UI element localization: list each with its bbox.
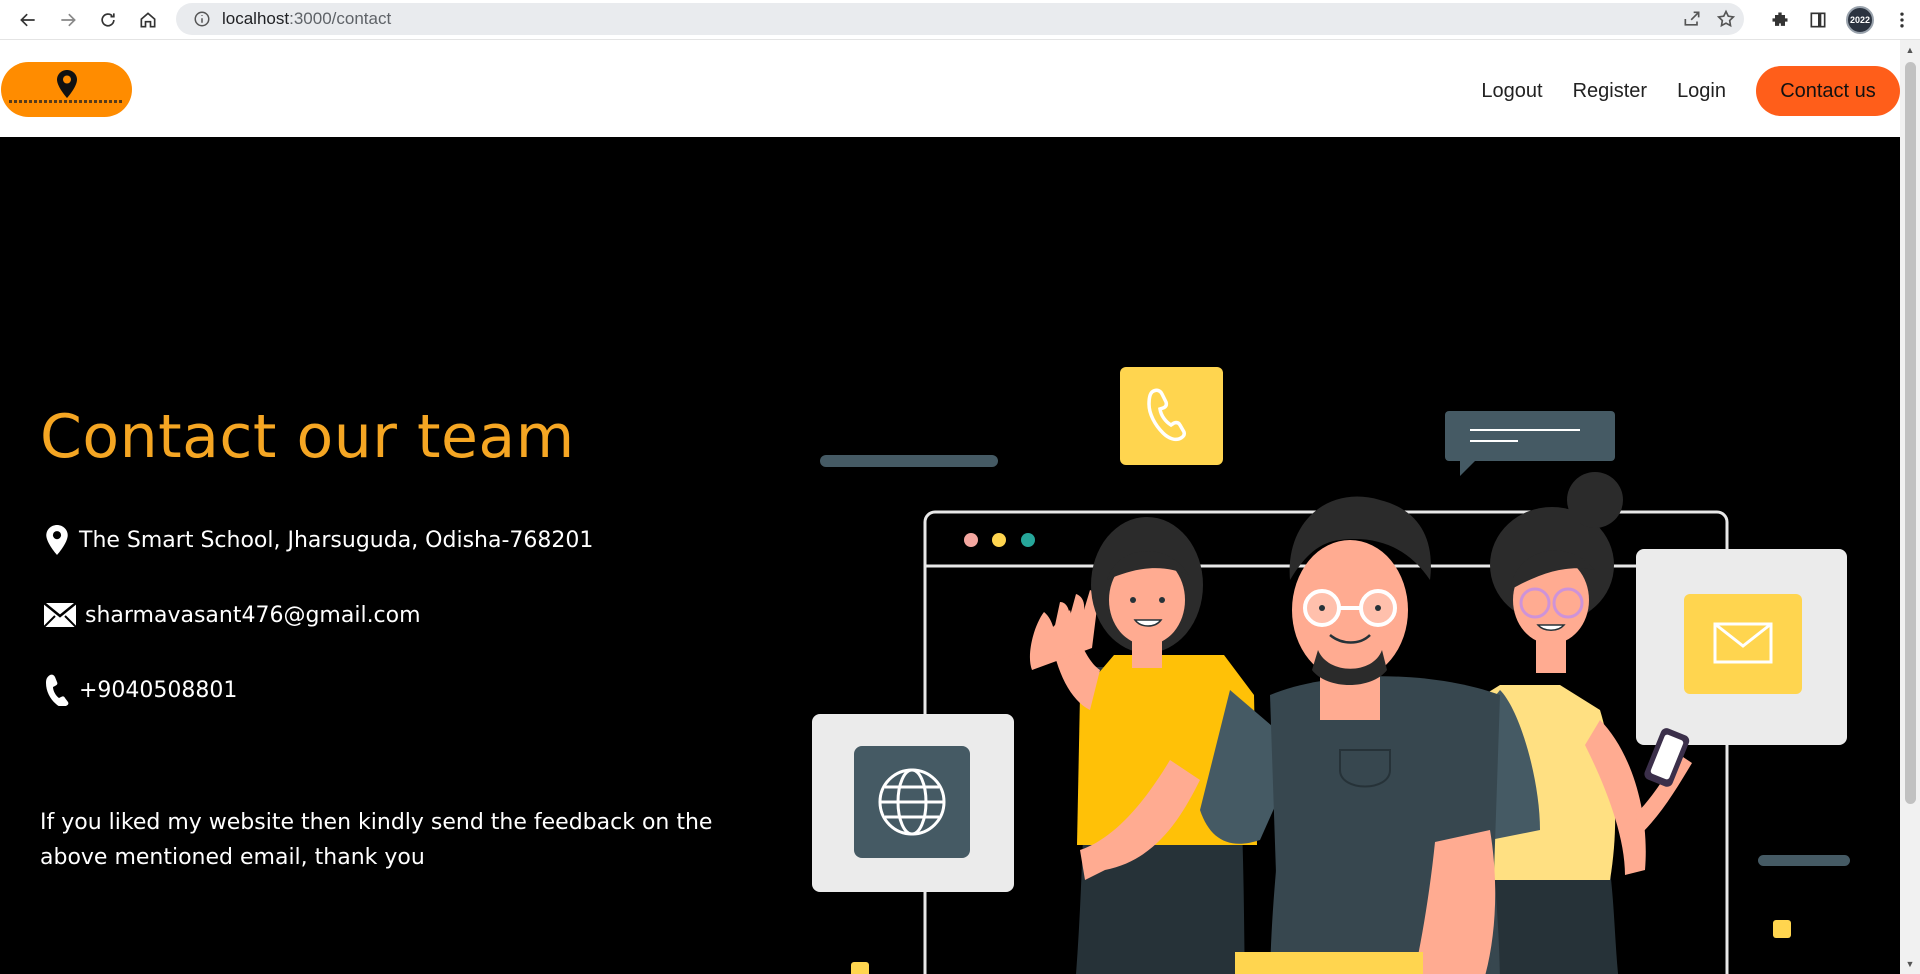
scroll-down-arrow-icon[interactable]: ▼ — [1900, 956, 1920, 972]
logo-tagline — [9, 100, 124, 103]
extensions-icon[interactable] — [1770, 10, 1790, 30]
nav-link-register[interactable]: Register — [1573, 80, 1647, 103]
arrow-right-icon — [61, 13, 76, 26]
scroll-thumb[interactable] — [1905, 62, 1916, 804]
page-title: Contact our team — [40, 402, 575, 472]
site-info-icon[interactable] — [188, 10, 216, 28]
contact-us-button[interactable]: Contact us — [1756, 66, 1900, 116]
share-icon[interactable] — [1682, 9, 1702, 29]
reload-button[interactable] — [88, 0, 128, 40]
page-content: Logout Register Login Contact us Contact… — [0, 40, 1900, 974]
url-host: localhost — [222, 9, 290, 28]
url-text[interactable]: localhost:3000/contact — [222, 9, 391, 29]
kebab-menu-icon[interactable] — [1892, 10, 1912, 30]
page-scrollbar[interactable]: ▲ ▼ — [1900, 40, 1920, 974]
side-panel-icon[interactable] — [1808, 10, 1828, 30]
site-logo[interactable] — [1, 62, 132, 117]
address-text: The Smart School, Jharsuguda, Odisha-768… — [79, 527, 594, 553]
feedback-text: If you liked my website then kindly send… — [40, 810, 713, 870]
home-button[interactable] — [128, 0, 168, 40]
address-row: The Smart School, Jharsuguda, Odisha-768… — [40, 523, 593, 557]
decor-bar-right — [1758, 855, 1850, 866]
envelope-icon — [40, 598, 80, 632]
reload-icon — [101, 12, 115, 27]
decor-square-1 — [851, 962, 869, 974]
nav-link-login[interactable]: Login — [1677, 80, 1726, 103]
address-bar[interactable]: localhost:3000/contact — [176, 3, 1744, 35]
profile-avatar[interactable]: 2022 — [1846, 6, 1874, 34]
nav-menu: Logout Register Login Contact us — [1481, 66, 1900, 116]
email-text[interactable]: sharmavasant476@gmail.com — [85, 603, 421, 628]
decor-bar-top — [820, 455, 998, 467]
decor-square-2 — [1773, 920, 1791, 938]
logo-pin-icon — [57, 70, 77, 98]
site-navbar: Logout Register Login Contact us — [0, 40, 1900, 137]
location-pin-icon — [40, 523, 74, 557]
phone-row: +9040508801 — [40, 673, 237, 707]
back-button[interactable] — [8, 0, 48, 40]
url-path: :3000/contact — [289, 9, 392, 28]
browser-toolbar: localhost:3000/contact 2022 — [0, 0, 1920, 40]
email-row: sharmavasant476@gmail.com — [40, 598, 421, 632]
home-icon — [140, 11, 156, 27]
phone-card — [1120, 367, 1223, 465]
team-illustration — [812, 367, 1850, 974]
phone-icon — [40, 673, 74, 707]
nav-link-logout[interactable]: Logout — [1481, 80, 1542, 103]
scroll-up-arrow-icon[interactable]: ▲ — [1900, 42, 1920, 58]
chat-bubble — [1445, 411, 1615, 461]
phone-text[interactable]: +9040508801 — [79, 678, 237, 703]
forward-button[interactable] — [48, 0, 88, 40]
bookmark-star-icon[interactable] — [1716, 9, 1736, 29]
arrow-left-icon — [20, 13, 35, 26]
